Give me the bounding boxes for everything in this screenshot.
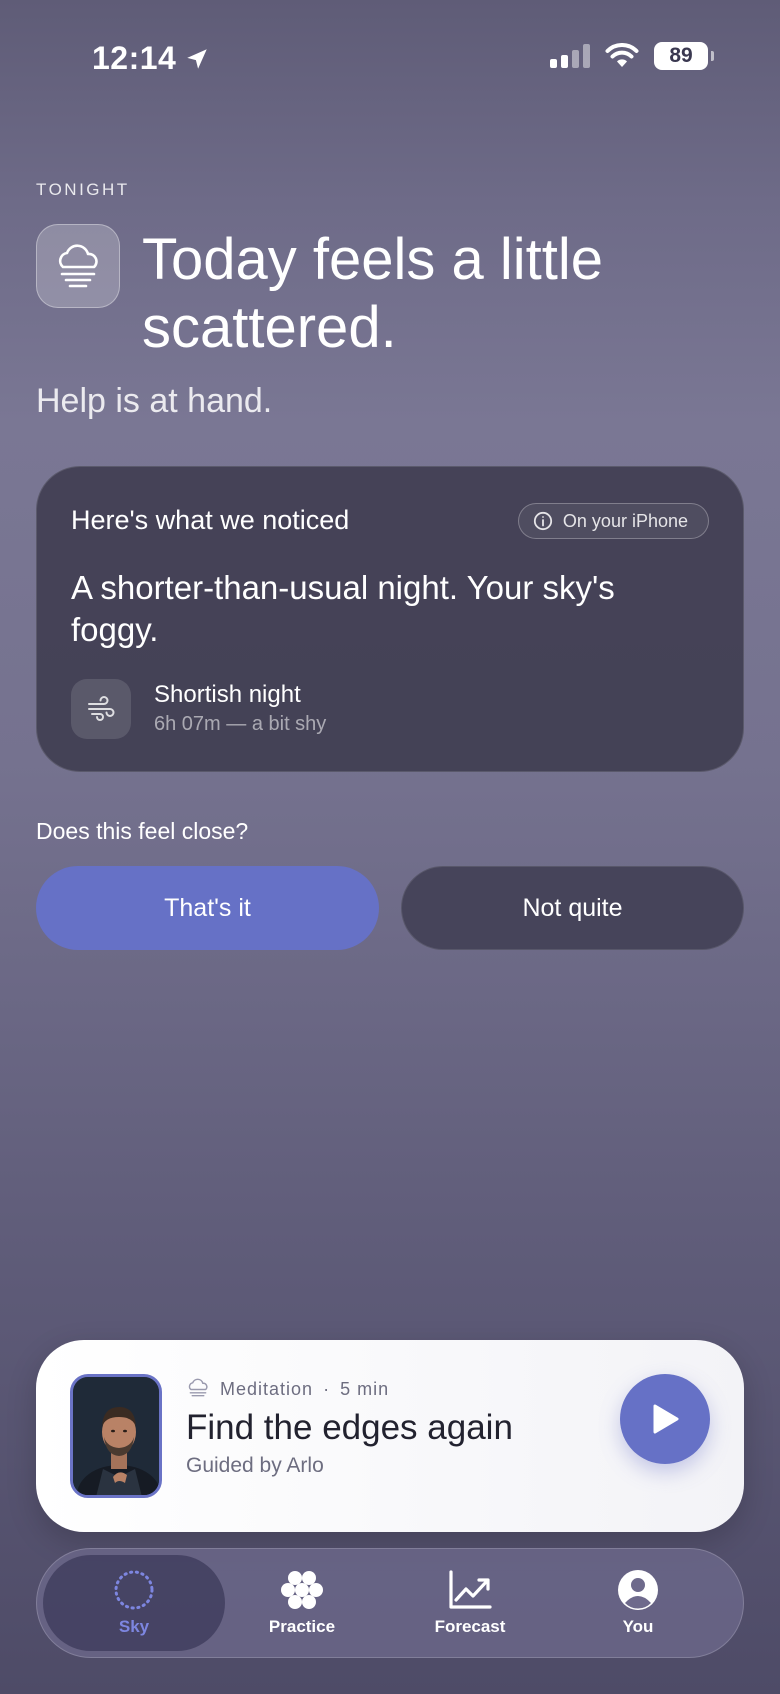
wifi-icon bbox=[605, 43, 639, 67]
session-category: Meditation bbox=[220, 1378, 314, 1399]
session-guide: Guided by Arlo bbox=[186, 1454, 324, 1477]
confirm-button[interactable]: That's it bbox=[36, 866, 379, 950]
profile-icon bbox=[618, 1570, 658, 1610]
tab-practice-label: Practice bbox=[268, 1617, 336, 1636]
meditation-player-card[interactable]: Meditation · 5 min Find the edges again … bbox=[36, 1340, 744, 1532]
insight-card-title: Here's what we noticed bbox=[71, 505, 350, 535]
metric-label: Shortish night bbox=[154, 681, 301, 708]
status-bar: 12:14 89 bbox=[0, 0, 780, 110]
tab-you[interactable]: You bbox=[547, 1555, 729, 1651]
status-time: 12:14 bbox=[92, 40, 210, 77]
session-title: Find the edges again bbox=[186, 1408, 513, 1447]
play-button[interactable] bbox=[620, 1374, 710, 1464]
page-headline: Today feels a little scattered. bbox=[142, 227, 604, 360]
tab-forecast-label: Forecast bbox=[434, 1617, 506, 1636]
session-separator: · bbox=[323, 1378, 331, 1399]
play-icon bbox=[653, 1404, 679, 1434]
sky-ring-icon bbox=[114, 1570, 154, 1610]
insight-body: A shorter-than-usual night. Your sky's f… bbox=[71, 569, 615, 648]
tab-sky[interactable]: Sky bbox=[43, 1555, 225, 1651]
cloud-fog-small-icon bbox=[188, 1378, 208, 1397]
feedback-question: Does this feel close? bbox=[36, 818, 249, 844]
cloud-fog-icon bbox=[58, 244, 98, 288]
wind-icon bbox=[88, 696, 115, 721]
clock: 12:14 bbox=[92, 40, 177, 76]
chart-up-icon bbox=[449, 1570, 492, 1609]
weather-tile bbox=[36, 224, 120, 308]
info-icon bbox=[533, 511, 553, 531]
battery-icon: 89 bbox=[654, 42, 714, 70]
tab-forecast[interactable]: Forecast bbox=[379, 1555, 561, 1651]
location-arrow-icon bbox=[187, 48, 208, 69]
cellular-signal-icon bbox=[550, 44, 590, 68]
tab-practice[interactable]: Practice bbox=[211, 1555, 393, 1651]
battery-level: 89 bbox=[669, 44, 693, 67]
tab-you-label: You bbox=[622, 1617, 654, 1636]
guide-avatar bbox=[70, 1374, 162, 1498]
session-duration: 5 min bbox=[340, 1378, 390, 1399]
metric-detail: 6h 07m — a bit shy bbox=[154, 713, 327, 735]
insight-card: Here's what we noticed On your iPhone A … bbox=[36, 466, 744, 772]
on-device-badge[interactable]: On your iPhone bbox=[517, 503, 709, 539]
metric-icon-tile bbox=[71, 679, 131, 739]
status-indicators: 89 bbox=[550, 42, 714, 70]
on-device-label: On your iPhone bbox=[562, 510, 688, 531]
reject-button[interactable]: Not quite bbox=[401, 866, 744, 950]
page-subhead: Help is at hand. bbox=[36, 382, 273, 420]
flower-icon bbox=[281, 1571, 323, 1609]
tab-sky-label: Sky bbox=[118, 1617, 150, 1636]
session-meta: Meditation · 5 min bbox=[186, 1378, 389, 1400]
tab-bar: Sky Practice Forecast You bbox=[36, 1548, 744, 1658]
section-eyebrow: TONIGHT bbox=[36, 180, 130, 199]
